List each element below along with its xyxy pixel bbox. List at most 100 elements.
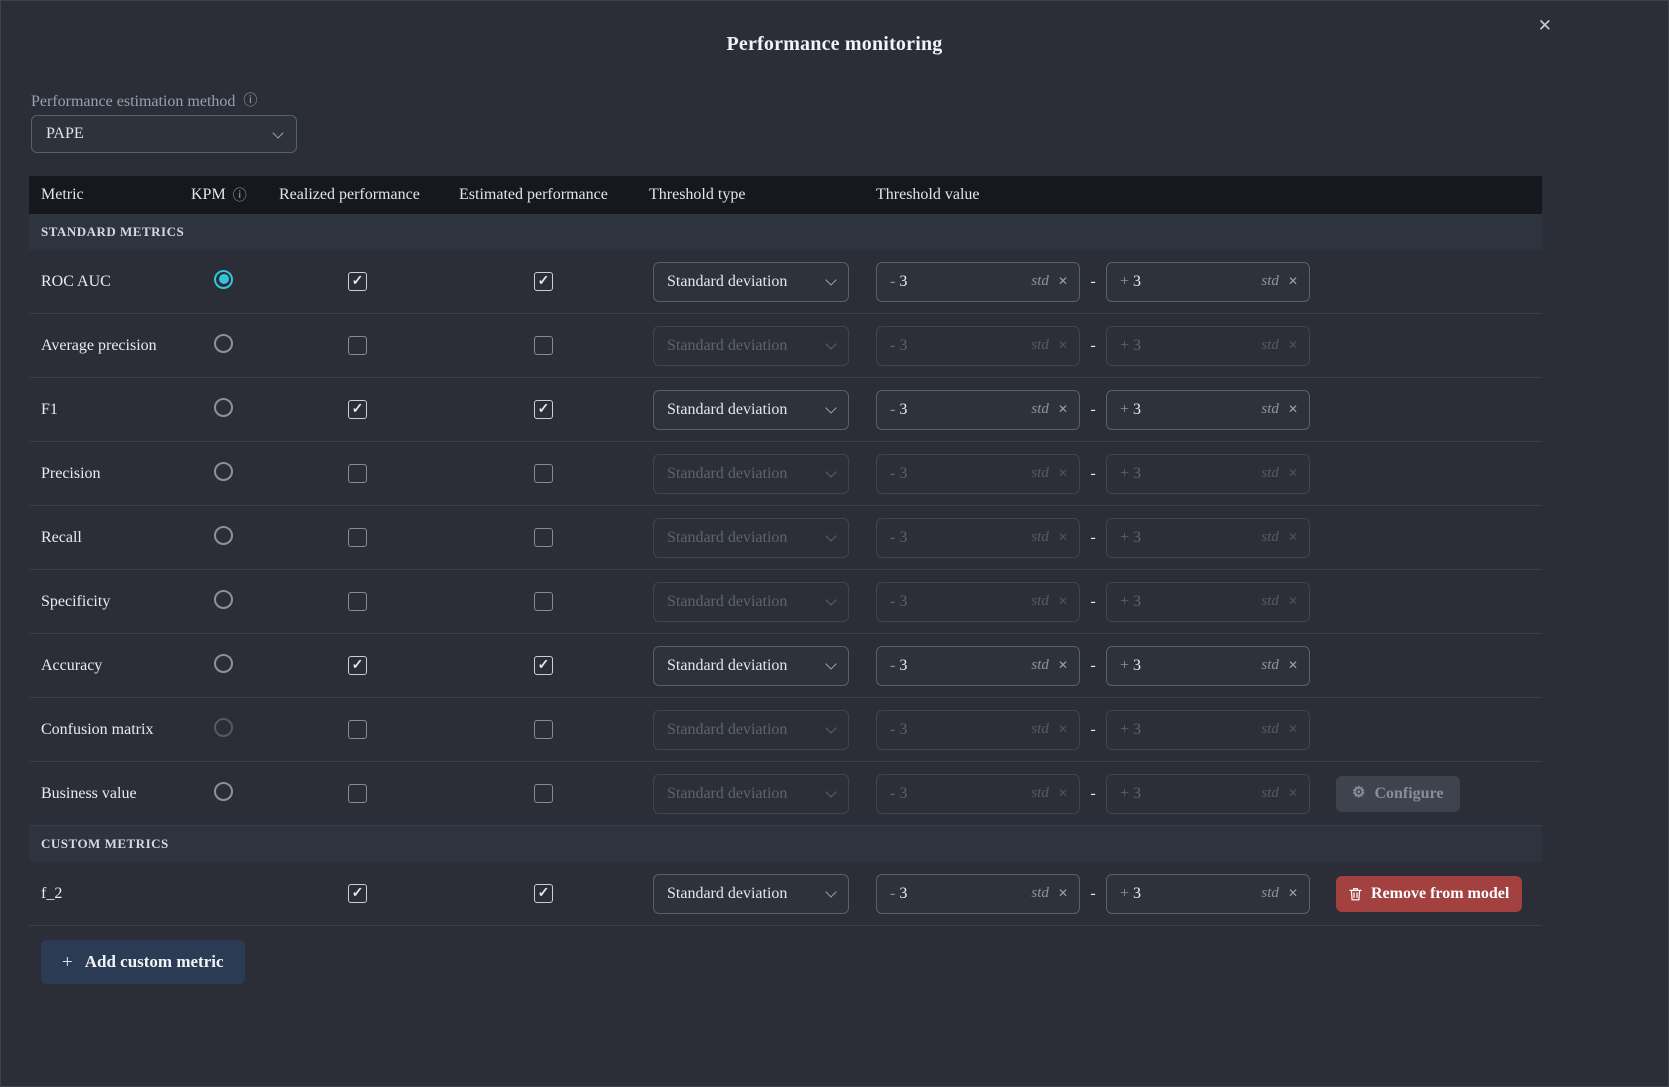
clear-icon[interactable]: ✕ xyxy=(1058,658,1068,673)
threshold-type-select[interactable]: Standard deviation xyxy=(653,646,849,686)
upper-threshold-sign: + xyxy=(1120,465,1129,483)
realized-checkbox[interactable]: ✓ xyxy=(348,884,367,903)
realized-checkbox[interactable] xyxy=(348,784,367,803)
unit-label: std xyxy=(1031,657,1049,674)
threshold-upper-input[interactable]: + 3 std ✕ xyxy=(1106,874,1310,914)
threshold-type-select[interactable]: Standard deviation xyxy=(653,874,849,914)
info-icon[interactable]: ⓘ xyxy=(233,185,247,205)
threshold-type-select[interactable]: Standard deviation xyxy=(653,582,849,622)
metric-label: f_2 xyxy=(41,885,62,902)
clear-icon[interactable]: ✕ xyxy=(1288,274,1298,289)
threshold-upper-input[interactable]: + 3 std ✕ xyxy=(1106,582,1310,622)
info-icon[interactable]: ⓘ xyxy=(243,92,257,111)
threshold-lower-input[interactable]: - 3 std ✕ xyxy=(876,774,1080,814)
threshold-type-select[interactable]: Standard deviation xyxy=(653,710,849,750)
remove-from-model-button[interactable]: Remove from model xyxy=(1336,876,1522,912)
kpm-radio[interactable] xyxy=(214,398,233,417)
threshold-value-cell: - 3 std ✕ - + 3 std ✕ xyxy=(876,454,1321,494)
close-button[interactable]: ✕ xyxy=(1538,17,1552,34)
upper-threshold-value: 3 xyxy=(1133,885,1141,903)
estimated-checkbox[interactable] xyxy=(534,592,553,611)
clear-icon[interactable]: ✕ xyxy=(1058,530,1068,545)
threshold-type-select[interactable]: Standard deviation xyxy=(653,518,849,558)
estimated-checkbox[interactable] xyxy=(534,336,553,355)
threshold-upper-input[interactable]: + 3 std ✕ xyxy=(1106,262,1310,302)
threshold-type-select[interactable]: Standard deviation xyxy=(653,454,849,494)
threshold-value-cell: - 3 std ✕ - + 3 std ✕ xyxy=(876,390,1321,430)
unit-label: std xyxy=(1031,785,1049,802)
clear-icon[interactable]: ✕ xyxy=(1288,786,1298,801)
threshold-lower-input[interactable]: - 3 std ✕ xyxy=(876,646,1080,686)
estimated-checkbox[interactable] xyxy=(534,464,553,483)
estimated-checkbox[interactable] xyxy=(534,720,553,739)
threshold-lower-input[interactable]: - 3 std ✕ xyxy=(876,262,1080,302)
threshold-lower-input[interactable]: - 3 std ✕ xyxy=(876,874,1080,914)
clear-icon[interactable]: ✕ xyxy=(1288,402,1298,417)
clear-icon[interactable]: ✕ xyxy=(1058,274,1068,289)
kpm-radio[interactable] xyxy=(214,718,233,737)
threshold-upper-input[interactable]: + 3 std ✕ xyxy=(1106,774,1310,814)
threshold-upper-input[interactable]: + 3 std ✕ xyxy=(1106,326,1310,366)
threshold-upper-input[interactable]: + 3 std ✕ xyxy=(1106,518,1310,558)
kpm-radio[interactable] xyxy=(214,334,233,353)
realized-checkbox[interactable] xyxy=(348,528,367,547)
threshold-type-select[interactable]: Standard deviation xyxy=(653,326,849,366)
clear-icon[interactable]: ✕ xyxy=(1058,338,1068,353)
realized-checkbox[interactable]: ✓ xyxy=(348,400,367,419)
kpm-radio[interactable] xyxy=(214,462,233,481)
estimated-checkbox[interactable]: ✓ xyxy=(534,400,553,419)
realized-checkbox[interactable] xyxy=(348,592,367,611)
clear-icon[interactable]: ✕ xyxy=(1058,786,1068,801)
clear-icon[interactable]: ✕ xyxy=(1058,402,1068,417)
estimated-checkbox[interactable]: ✓ xyxy=(534,884,553,903)
section-label: CUSTOM METRICS xyxy=(41,836,169,852)
kpm-radio[interactable] xyxy=(214,654,233,673)
clear-icon[interactable]: ✕ xyxy=(1288,338,1298,353)
table-row: F1 ✓ ✓ Standard deviation - 3 std ✕ - xyxy=(29,378,1542,442)
threshold-type-select[interactable]: Standard deviation xyxy=(653,774,849,814)
clear-icon[interactable]: ✕ xyxy=(1288,658,1298,673)
clear-icon[interactable]: ✕ xyxy=(1288,594,1298,609)
clear-icon[interactable]: ✕ xyxy=(1288,466,1298,481)
clear-icon[interactable]: ✕ xyxy=(1288,530,1298,545)
threshold-type-select[interactable]: Standard deviation xyxy=(653,262,849,302)
estimation-method-select[interactable]: PAPE xyxy=(31,115,297,153)
table-row: Confusion matrix Standard deviation - 3 … xyxy=(29,698,1542,762)
clear-icon[interactable]: ✕ xyxy=(1288,886,1298,901)
estimated-checkbox[interactable]: ✓ xyxy=(534,272,553,291)
threshold-upper-input[interactable]: + 3 std ✕ xyxy=(1106,454,1310,494)
kpm-radio[interactable] xyxy=(214,526,233,545)
metric-label: ROC AUC xyxy=(41,273,111,290)
threshold-upper-input[interactable]: + 3 std ✕ xyxy=(1106,390,1310,430)
configure-button[interactable]: ⚙ Configure xyxy=(1336,776,1460,812)
clear-icon[interactable]: ✕ xyxy=(1058,722,1068,737)
threshold-type-select[interactable]: Standard deviation xyxy=(653,390,849,430)
threshold-lower-input[interactable]: - 3 std ✕ xyxy=(876,326,1080,366)
threshold-lower-input[interactable]: - 3 std ✕ xyxy=(876,454,1080,494)
threshold-lower-input[interactable]: - 3 std ✕ xyxy=(876,518,1080,558)
estimated-checkbox[interactable] xyxy=(534,784,553,803)
realized-checkbox[interactable] xyxy=(348,720,367,739)
clear-icon[interactable]: ✕ xyxy=(1058,594,1068,609)
kpm-cell xyxy=(191,398,279,422)
clear-icon[interactable]: ✕ xyxy=(1058,466,1068,481)
kpm-radio[interactable] xyxy=(214,782,233,801)
threshold-lower-input[interactable]: - 3 std ✕ xyxy=(876,390,1080,430)
realized-checkbox[interactable]: ✓ xyxy=(348,656,367,675)
upper-threshold-sign: + xyxy=(1120,273,1129,291)
threshold-lower-input[interactable]: - 3 std ✕ xyxy=(876,582,1080,622)
threshold-upper-input[interactable]: + 3 std ✕ xyxy=(1106,646,1310,686)
threshold-upper-input[interactable]: + 3 std ✕ xyxy=(1106,710,1310,750)
estimated-checkbox[interactable] xyxy=(534,528,553,547)
realized-checkbox[interactable] xyxy=(348,336,367,355)
estimated-checkbox[interactable]: ✓ xyxy=(534,656,553,675)
realized-checkbox[interactable]: ✓ xyxy=(348,272,367,291)
range-separator: - xyxy=(1089,657,1097,675)
kpm-radio[interactable] xyxy=(214,270,233,289)
add-custom-metric-button[interactable]: + Add custom metric xyxy=(41,940,245,984)
threshold-lower-input[interactable]: - 3 std ✕ xyxy=(876,710,1080,750)
realized-checkbox[interactable] xyxy=(348,464,367,483)
kpm-radio[interactable] xyxy=(214,590,233,609)
clear-icon[interactable]: ✕ xyxy=(1058,886,1068,901)
clear-icon[interactable]: ✕ xyxy=(1288,722,1298,737)
